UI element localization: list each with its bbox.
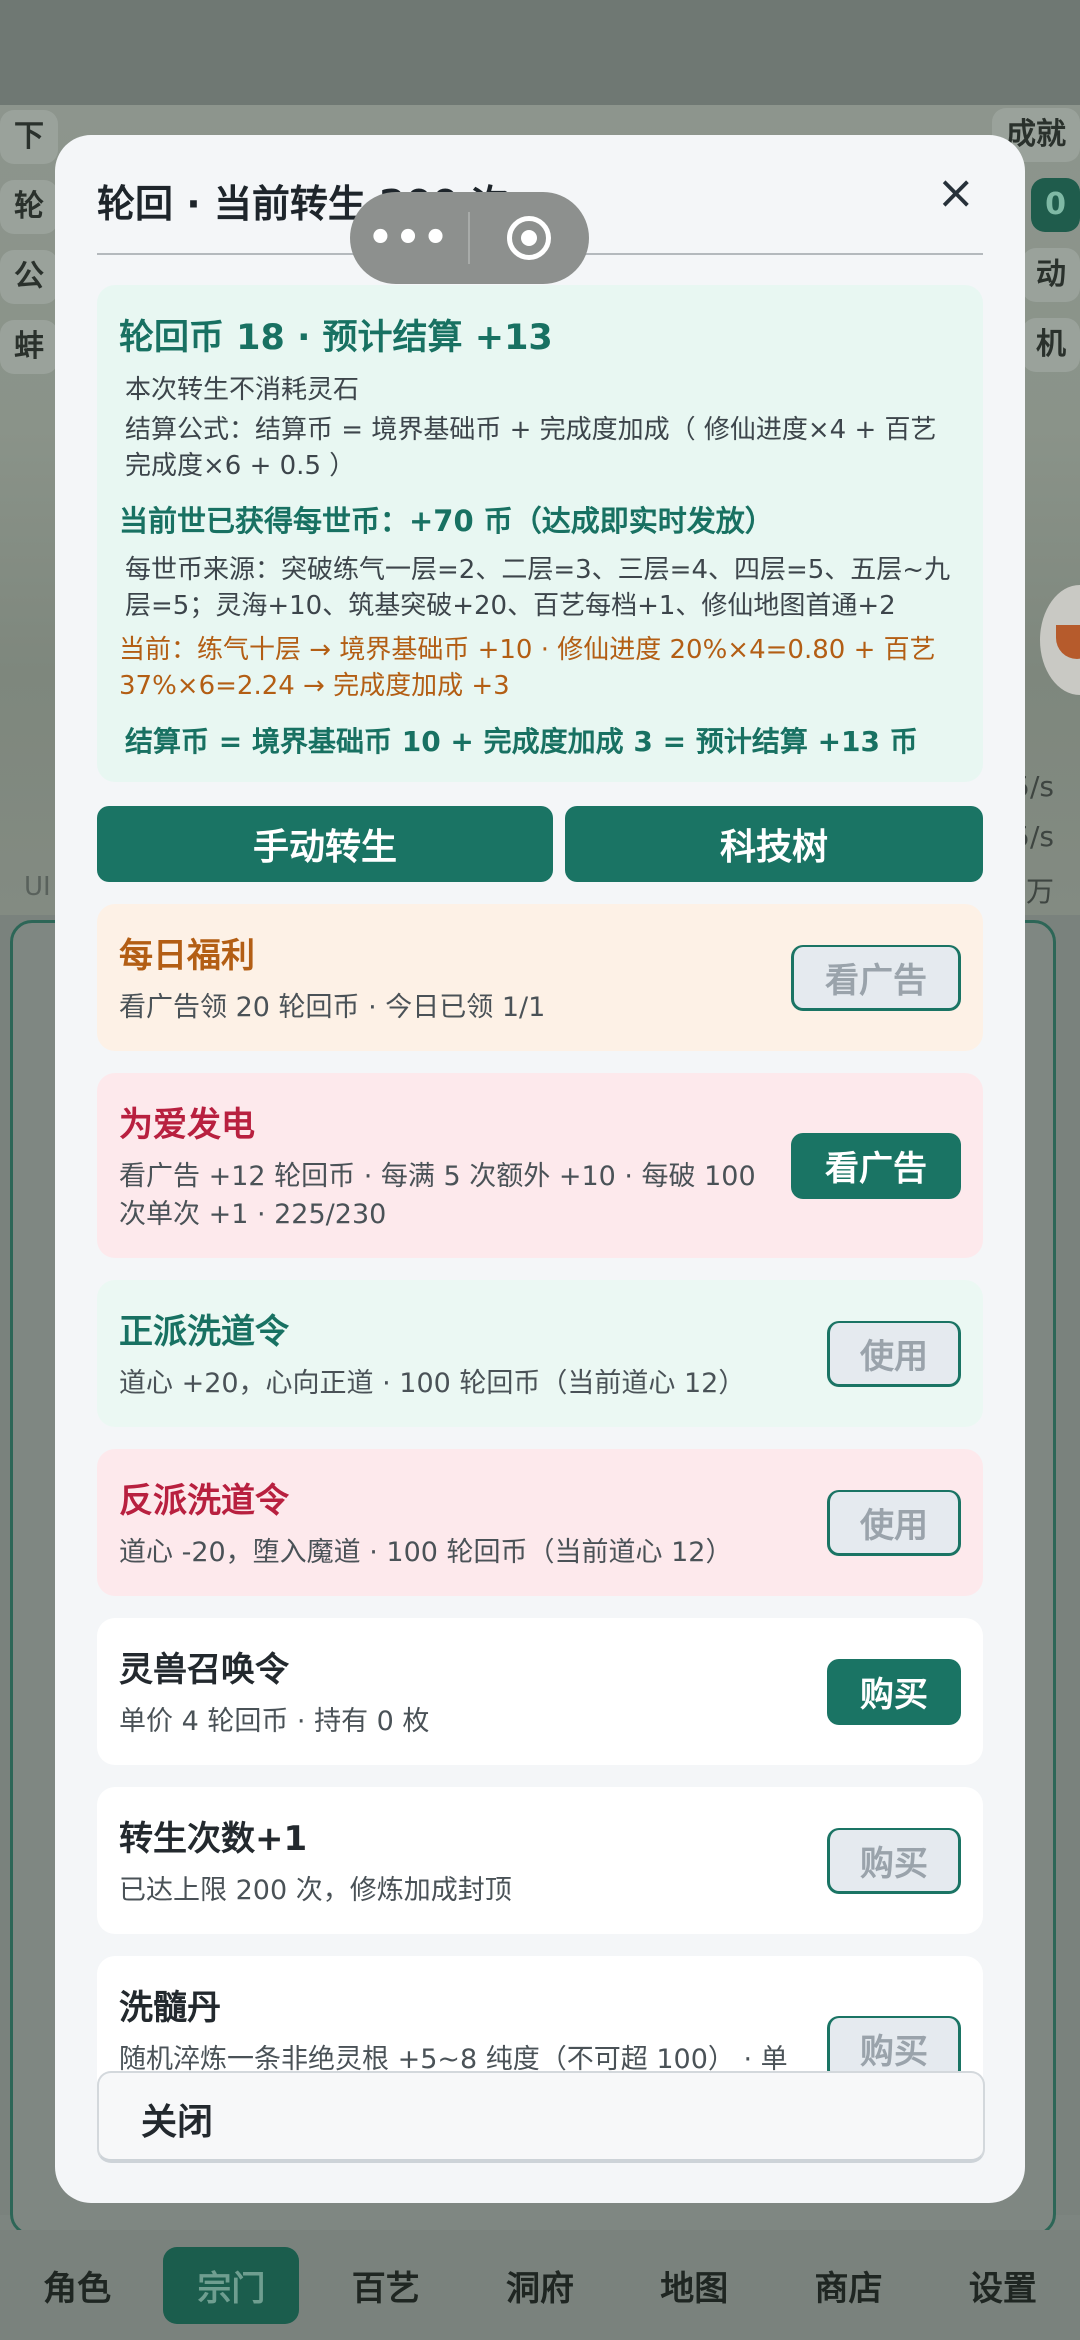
righteous-token-item: 正派洗道令 道心 +20，心向正道 · 100 轮回币（当前道心 12） 使用 bbox=[97, 1280, 983, 1427]
support-dev-item: 为爱发电 看广告 +12 轮回币 · 每满 5 次额外 +10 · 每破 100… bbox=[97, 1073, 983, 1258]
bg-right-chip-3: 动 bbox=[1022, 248, 1080, 302]
coin-sources: 每世币来源：突破练气一层=2、二层=3、三层=4、四层=5、五层~九层=5；灵海… bbox=[125, 555, 951, 621]
close-label: 关闭 bbox=[141, 2102, 214, 2143]
nav-role[interactable]: 角色 bbox=[9, 2247, 145, 2324]
modal-scroll-content[interactable]: 轮回币 18 · 预计结算 +13 本次转生不消耗灵石 结算公式：结算币 = 境… bbox=[97, 285, 983, 2170]
watch-ad-button[interactable]: 看广告 bbox=[791, 944, 961, 1011]
buy-button[interactable]: 购买 bbox=[827, 1658, 961, 1725]
bg-chip-1: 下 bbox=[0, 110, 58, 164]
buy-button[interactable]: 购买 bbox=[827, 1827, 961, 1894]
beast-summon-item: 灵兽召唤令 单价 4 轮回币 · 持有 0 枚 购买 bbox=[97, 1618, 983, 1765]
use-button[interactable]: 使用 bbox=[827, 1320, 961, 1387]
item-desc: 看广告 +12 轮回币 · 每满 5 次额外 +10 · 每破 100 次单次 … bbox=[119, 1161, 756, 1230]
exit-miniprogram-icon[interactable] bbox=[470, 216, 588, 260]
tech-tree-button[interactable]: 科技树 bbox=[565, 806, 983, 882]
close-button[interactable]: 关闭 bbox=[97, 2071, 985, 2163]
ui-label: UI bbox=[24, 872, 51, 902]
per-life-coins: 当前世已获得每世币：+70 币（达成即实时发放） bbox=[119, 504, 774, 538]
bg-chip-4: 蚌 bbox=[0, 320, 58, 374]
miniprogram-capsule: ••• bbox=[350, 192, 589, 284]
nav-sect[interactable]: 宗门 bbox=[163, 2246, 300, 2324]
watch-ad-button[interactable]: 看广告 bbox=[791, 1132, 961, 1199]
formula-text: 结算公式：结算币 = 境界基础币 + 完成度加成（ 修仙进度×4 + 百艺完成度… bbox=[125, 415, 937, 481]
settlement-total: 结算币 = 境界基础币 10 + 完成度加成 3 = 预计结算 +13 币 bbox=[125, 725, 918, 758]
daily-bonus-item: 每日福利 看广告领 20 轮回币 · 今日已领 1/1 看广告 bbox=[97, 904, 983, 1051]
close-icon[interactable]: × bbox=[936, 169, 975, 215]
nav-settings[interactable]: 设置 bbox=[935, 2247, 1071, 2324]
action-button-row: 手动转生 科技树 bbox=[97, 806, 983, 882]
demonic-token-item: 反派洗道令 道心 -20，堕入魔道 · 100 轮回币（当前道心 12） 使用 bbox=[97, 1449, 983, 1596]
bg-right-chip-4: 机 bbox=[1022, 318, 1080, 372]
nav-shop[interactable]: 商店 bbox=[781, 2247, 917, 2324]
nav-crafts[interactable]: 百艺 bbox=[318, 2247, 454, 2324]
bg-right-chip-2: 0 bbox=[1031, 178, 1080, 232]
status-area bbox=[0, 0, 1080, 105]
bg-chip-2: 轮 bbox=[0, 180, 58, 234]
current-progress: 当前：练气十层 → 境界基础币 +10 · 修仙进度 20%×4=0.80 + … bbox=[119, 635, 936, 701]
rebirth-coin-summary: 轮回币 18 · 预计结算 +13 bbox=[119, 318, 553, 358]
rebirth-count-item: 转生次数+1 已达上限 200 次，修炼加成封顶 购买 bbox=[97, 1787, 983, 1934]
more-icon[interactable]: ••• bbox=[350, 215, 468, 261]
use-button[interactable]: 使用 bbox=[827, 1489, 961, 1556]
bg-chip-3: 公 bbox=[0, 250, 58, 304]
no-cost-note: 本次转生不消耗灵石 bbox=[125, 375, 360, 405]
rebirth-info-card: 轮回币 18 · 预计结算 +13 本次转生不消耗灵石 结算公式：结算币 = 境… bbox=[97, 285, 983, 782]
nav-map[interactable]: 地图 bbox=[626, 2247, 762, 2324]
rebirth-modal: 轮回 · 当前转生 200 次 × 轮回币 18 · 预计结算 +13 本次转生… bbox=[55, 135, 1025, 2203]
bottom-nav: 角色 宗门 百艺 洞府 地图 商店 设置 bbox=[0, 2230, 1080, 2340]
manual-rebirth-button[interactable]: 手动转生 bbox=[97, 806, 553, 882]
nav-cave[interactable]: 洞府 bbox=[472, 2247, 608, 2324]
